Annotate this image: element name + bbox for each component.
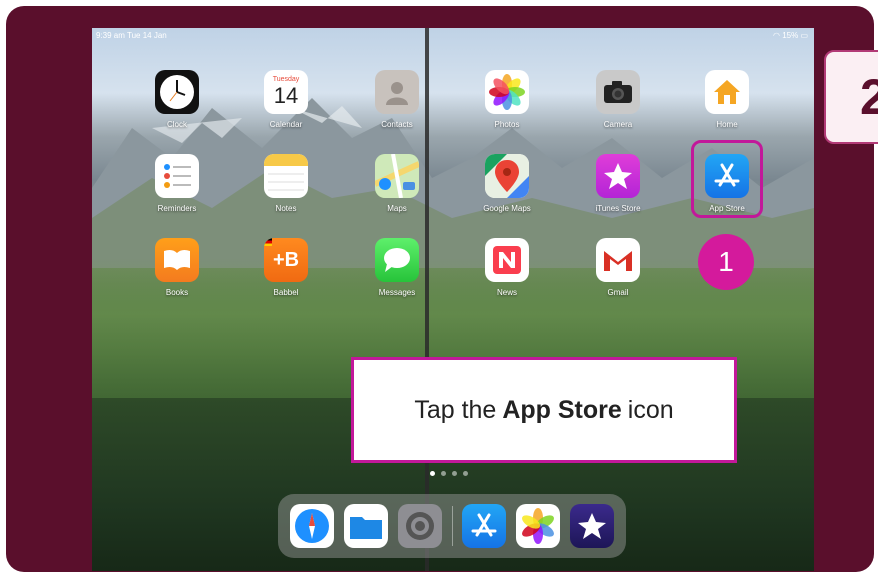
- status-time: 9:39 am Tue 14 Jan: [96, 31, 167, 40]
- app-store-highlight: [691, 140, 763, 218]
- callout-prefix: Tap the: [414, 395, 497, 424]
- app-label: Maps: [387, 204, 407, 213]
- reminders-icon: [155, 154, 199, 198]
- app-label: Gmail: [607, 288, 629, 297]
- battery-icon: ▭: [800, 31, 808, 40]
- instruction-callout: Tap the App Store icon: [351, 357, 737, 463]
- safari-icon[interactable]: [290, 504, 334, 548]
- itunes-store-icon: [596, 154, 640, 198]
- app-books[interactable]: Books: [142, 238, 212, 297]
- dock-divider: [452, 506, 453, 546]
- app-clock[interactable]: Clock: [142, 70, 212, 129]
- dock: [278, 494, 626, 558]
- google-maps-icon: [485, 154, 529, 198]
- app-babbel[interactable]: +B Babbel: [251, 238, 321, 297]
- page-indicator[interactable]: [430, 471, 468, 476]
- app-label: Messages: [378, 288, 416, 297]
- app-itunes-store[interactable]: iTunes Store: [583, 154, 653, 213]
- step-badge: 1: [698, 234, 754, 290]
- app-google-maps[interactable]: Google Maps: [472, 154, 542, 213]
- home-icon: [705, 70, 749, 114]
- notes-icon: [264, 154, 308, 198]
- app-notes[interactable]: Notes: [251, 154, 321, 213]
- app-home[interactable]: Home: [692, 70, 762, 129]
- step-number-box: 2: [824, 50, 878, 144]
- maps-icon: [375, 154, 419, 198]
- app-label: Books: [165, 288, 189, 297]
- settings-icon[interactable]: [398, 504, 442, 548]
- app-label: Camera: [603, 120, 633, 129]
- calendar-day: 14: [273, 83, 299, 108]
- app-label: Clock: [166, 120, 187, 129]
- photos-icon[interactable]: [516, 504, 560, 548]
- contacts-icon: [375, 70, 419, 114]
- clock-icon: [155, 70, 199, 114]
- app-label: News: [496, 288, 517, 297]
- babbel-icon: +B: [264, 238, 308, 282]
- app-label: Google Maps: [483, 204, 531, 213]
- wifi-icon: ◠: [772, 31, 780, 40]
- files-icon[interactable]: [344, 504, 388, 548]
- app-gmail[interactable]: Gmail: [583, 238, 653, 297]
- app-calendar[interactable]: Tuesday 14 Calendar: [251, 70, 321, 129]
- gmail-icon: [596, 238, 640, 282]
- app-label: Babbel: [273, 288, 299, 297]
- app-camera[interactable]: Camera: [583, 70, 653, 129]
- page-dot[interactable]: [430, 471, 435, 476]
- app-label: Calendar: [269, 120, 303, 129]
- slide-frame: 2 9:39 am Tue 14 Jan ◠ 15% ▭ Clock Tuesd…: [6, 6, 878, 572]
- page-dot[interactable]: [463, 471, 468, 476]
- camera-icon: [596, 70, 640, 114]
- photos-icon: [485, 70, 529, 114]
- app-label: Photos: [494, 120, 520, 129]
- page-dot[interactable]: [441, 471, 446, 476]
- news-icon: [485, 238, 529, 282]
- calendar-icon: Tuesday 14: [264, 70, 308, 114]
- app-label: Contacts: [381, 120, 413, 129]
- app-label: Home: [716, 120, 738, 129]
- app-maps[interactable]: Maps: [362, 154, 432, 213]
- page-dot[interactable]: [452, 471, 457, 476]
- ipad-screen: 9:39 am Tue 14 Jan ◠ 15% ▭ Clock Tuesday…: [92, 28, 814, 571]
- status-battery: ◠ 15% ▭: [773, 31, 808, 40]
- app-store-icon[interactable]: [462, 504, 506, 548]
- messages-icon: [375, 238, 419, 282]
- app-photos[interactable]: Photos: [472, 70, 542, 129]
- app-label: iTunes Store: [595, 204, 641, 213]
- app-reminders[interactable]: Reminders: [142, 154, 212, 213]
- app-label: Reminders: [157, 204, 197, 213]
- app-label: Notes: [275, 204, 297, 213]
- app-contacts[interactable]: Contacts: [362, 70, 432, 129]
- imovie-icon[interactable]: [570, 504, 614, 548]
- battery-label: 15%: [782, 31, 799, 40]
- app-news[interactable]: News: [472, 238, 542, 297]
- app-messages[interactable]: Messages: [362, 238, 432, 297]
- step-number: 2: [860, 69, 878, 125]
- callout-suffix: icon: [627, 395, 674, 424]
- books-icon: [155, 238, 199, 282]
- callout-bold: App Store: [502, 395, 622, 424]
